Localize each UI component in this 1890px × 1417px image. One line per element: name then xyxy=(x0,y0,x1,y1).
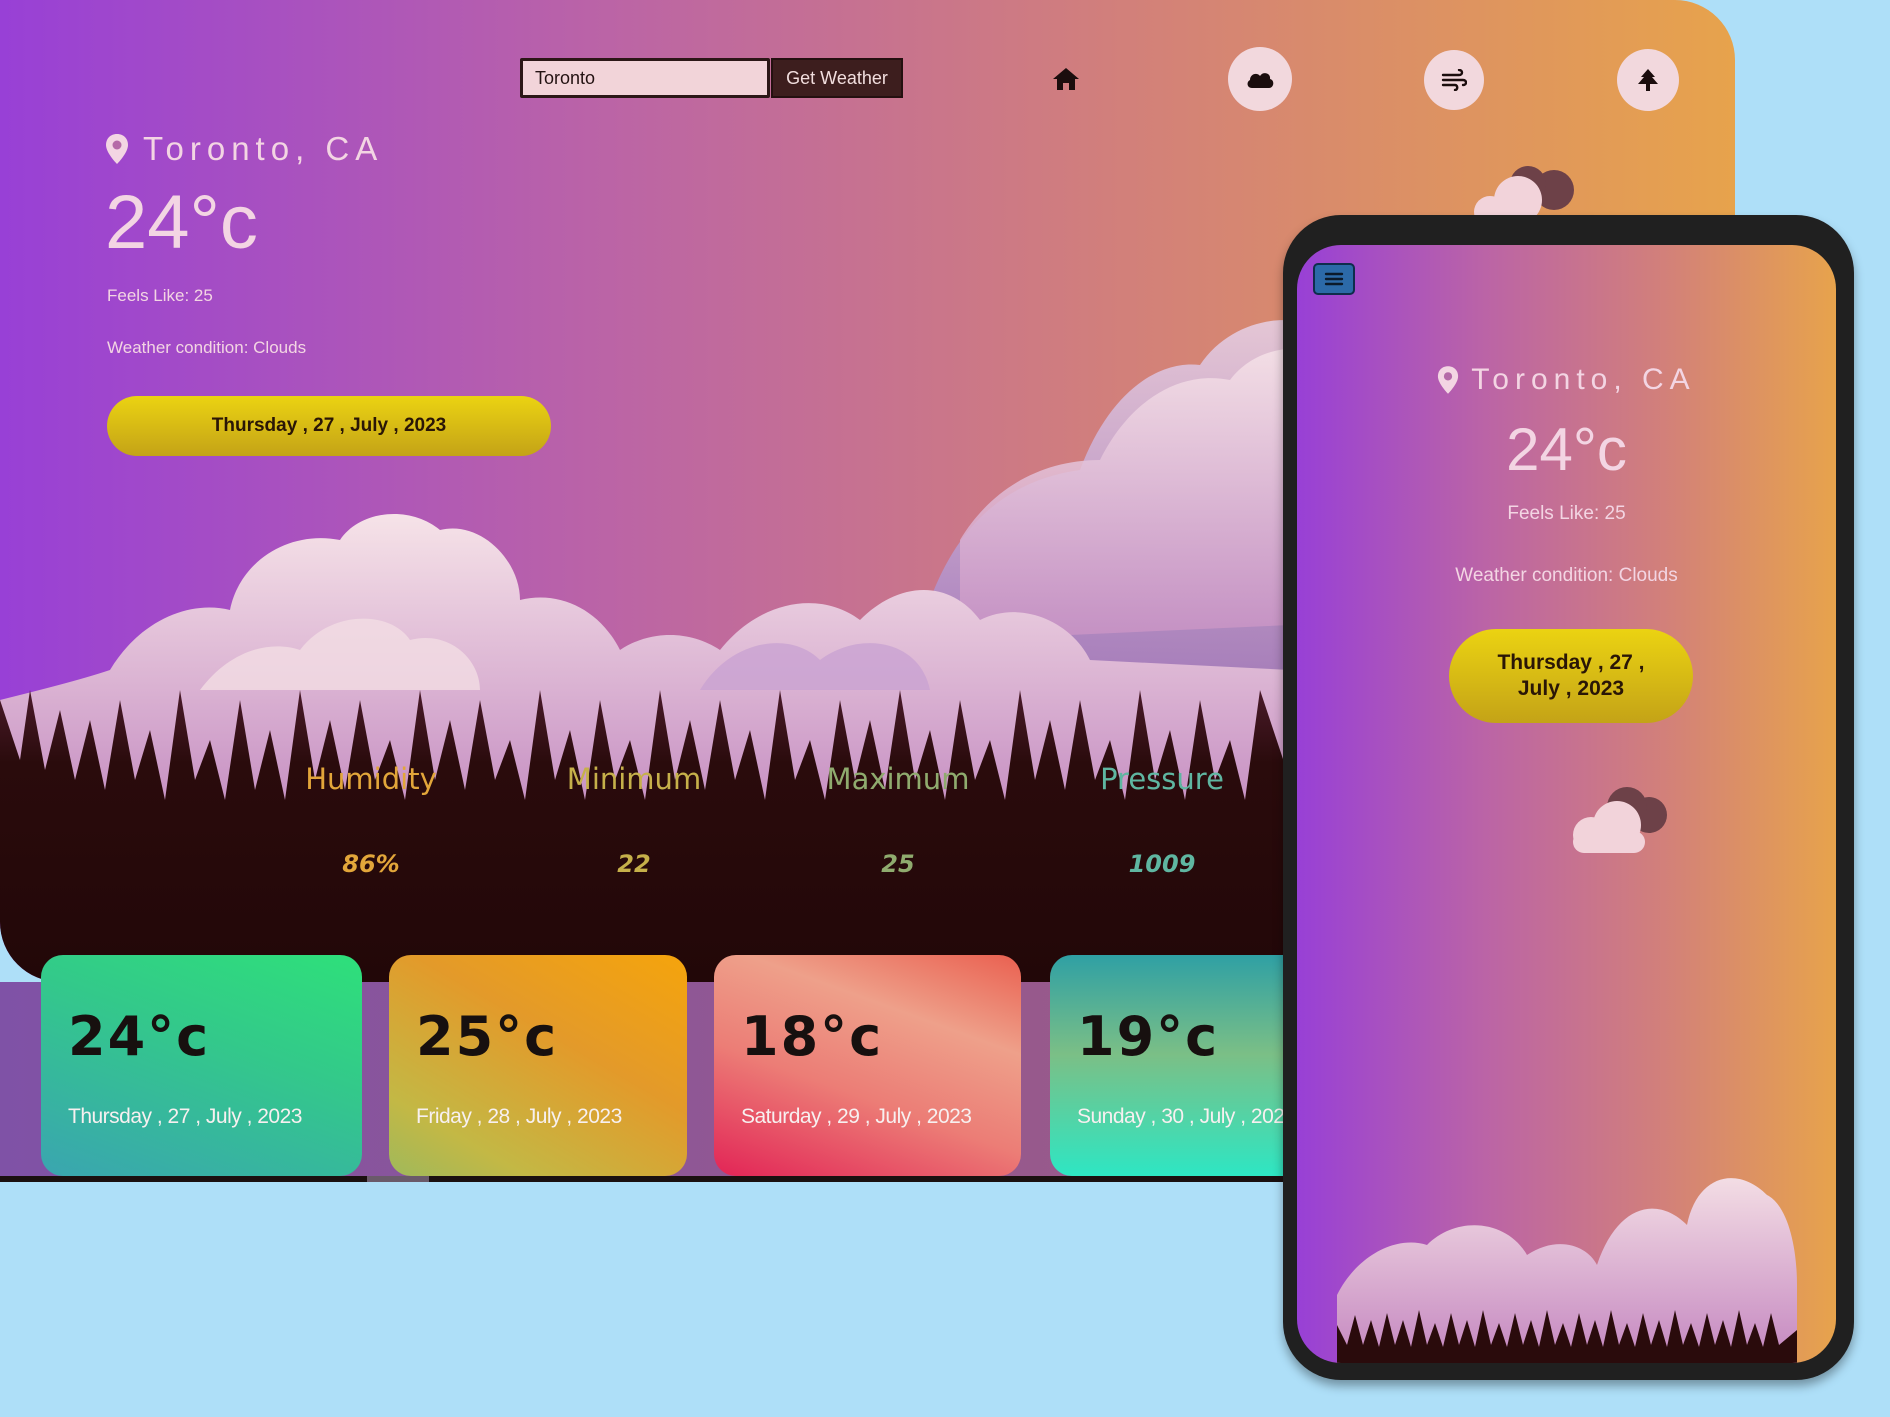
cloud-icon xyxy=(1247,73,1274,88)
stat-label-humidity: Humidity xyxy=(305,762,437,796)
phone-frame: Toronto, CA 24°c Feels Like: 25 Weather … xyxy=(1283,215,1854,1380)
forecast-date: Thursday , 27 , July , 2023 xyxy=(68,1105,302,1128)
search-input[interactable] xyxy=(520,58,770,98)
location-text: Toronto, CA xyxy=(143,130,384,167)
location-pin-icon xyxy=(1438,366,1459,394)
forecast-date: Saturday , 29 , July , 2023 xyxy=(741,1105,972,1128)
mobile-weather-condition-text: Weather condition: Clouds xyxy=(1455,565,1678,586)
home-icon xyxy=(1053,68,1079,90)
stat-label-pressure: Pressure xyxy=(1100,762,1224,796)
tree-icon xyxy=(1638,69,1658,91)
forecast-card[interactable]: 24°c Thursday , 27 , July , 2023 xyxy=(41,955,362,1176)
nav-tree-button[interactable] xyxy=(1617,49,1679,111)
stat-value-pressure: 1009 xyxy=(1128,850,1196,878)
current-date-pill: Thursday , 27 , July , 2023 xyxy=(107,396,551,456)
feels-like-text: Feels Like: 25 xyxy=(107,286,213,305)
location-pin-icon xyxy=(106,134,128,164)
forecast-date: Friday , 28 , July , 2023 xyxy=(416,1105,622,1128)
mobile-screen: Toronto, CA 24°c Feels Like: 25 Weather … xyxy=(1297,245,1836,1363)
stat-label-minimum: Minimum xyxy=(566,762,702,796)
menu-button[interactable] xyxy=(1313,263,1355,295)
mobile-location-row: Toronto, CA xyxy=(1297,363,1836,397)
nav-cloud-button[interactable] xyxy=(1228,47,1292,111)
location-row: Toronto, CA xyxy=(105,130,383,168)
forecast-temperature: 25°c xyxy=(416,1005,559,1068)
hamburger-menu-icon xyxy=(1324,272,1344,286)
current-temperature: 24°c xyxy=(105,180,258,265)
forecast-card[interactable]: 18°c Saturday , 29 , July , 2023 xyxy=(714,955,1021,1176)
mobile-feels-like-text: Feels Like: 25 xyxy=(1507,503,1626,524)
get-weather-button[interactable]: Get Weather xyxy=(771,58,903,98)
mobile-location-text: Toronto, CA xyxy=(1471,363,1696,396)
weather-condition-text: Weather condition: Clouds xyxy=(107,338,307,357)
forecast-temperature: 19°c xyxy=(1077,1005,1220,1068)
mobile-date-pill: Thursday , 27 , July , 2023 xyxy=(1449,629,1693,723)
nav-wind-button[interactable] xyxy=(1424,50,1484,110)
stat-value-humidity: 86% xyxy=(342,850,400,878)
wind-icon xyxy=(1441,69,1467,91)
nav-home-button[interactable] xyxy=(1034,47,1098,111)
stat-value-maximum: 25 xyxy=(881,850,915,878)
mobile-temperature: 24°c xyxy=(1506,416,1627,483)
forecast-temperature: 18°c xyxy=(741,1005,884,1068)
forecast-date: Sunday , 30 , July , 2023 xyxy=(1077,1105,1296,1128)
cloud-weather-icon xyxy=(1573,787,1667,853)
scroll-track[interactable] xyxy=(0,1176,1290,1182)
stat-value-minimum: 22 xyxy=(617,850,651,878)
stat-label-maximum: Maximum xyxy=(826,762,970,796)
scroll-thumb[interactable] xyxy=(367,1176,429,1182)
forecast-temperature: 24°c xyxy=(68,1005,211,1068)
forecast-card[interactable]: 25°c Friday , 28 , July , 2023 xyxy=(389,955,687,1176)
